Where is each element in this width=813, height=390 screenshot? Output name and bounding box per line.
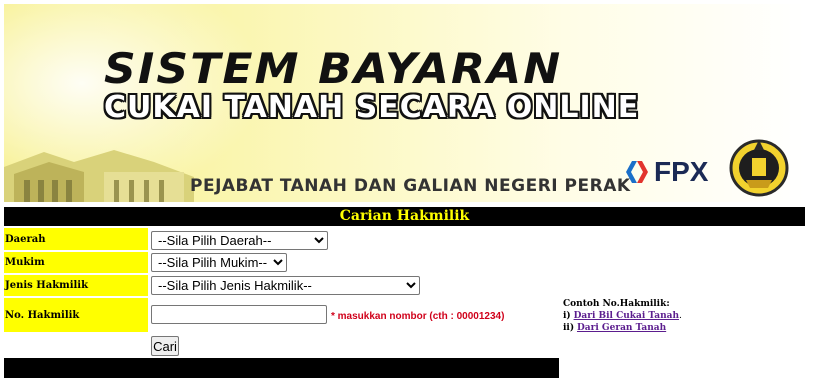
fpx-label: FPX [654, 156, 709, 187]
fpx-logo: FPX [624, 156, 708, 188]
mukim-select[interactable]: --Sila Pilih Mukim-- [151, 253, 287, 272]
label-daerah: Daerah [4, 228, 148, 250]
label-jenis-hakmilik: Jenis Hakmilik [4, 275, 148, 296]
example-heading: Contoh No.Hakmilik: [563, 299, 670, 309]
banner-title-line1: SISTEM BAYARAN [104, 44, 563, 93]
building-illustration [4, 150, 194, 202]
no-hakmilik-input[interactable] [151, 305, 327, 324]
example-item-1: i) Dari Bil Cukai Tanah. [563, 310, 682, 322]
header-banner: SISTEM BAYARAN CUKAI TANAH SECARA ONLINE… [4, 4, 805, 202]
link-dari-bil-cukai-tanah[interactable]: Dari Bil Cukai Tanah [574, 311, 679, 321]
jenis-hakmilik-select[interactable]: --Sila Pilih Jenis Hakmilik-- [151, 276, 420, 295]
banner-title-line2: CUKAI TANAH SECARA ONLINE [104, 90, 640, 125]
perak-crest-icon [729, 139, 789, 197]
banner-office-name: PEJABAT TANAH DAN GALIAN NEGERI PERAK [190, 176, 631, 196]
example-item-1-suffix: . [678, 311, 682, 321]
daerah-select[interactable]: --Sila Pilih Daerah-- [151, 231, 328, 250]
example-item-2: ii) Dari Geran Tanah [563, 322, 682, 334]
label-no-hakmilik: No. Hakmilik [4, 298, 148, 332]
section-title: Carian Hakmilik [4, 207, 805, 226]
link-dari-geran-tanah[interactable]: Dari Geran Tanah [577, 323, 666, 333]
cari-button[interactable]: Cari [151, 336, 179, 356]
example-box: Contoh No.Hakmilik: i) Dari Bil Cukai Ta… [563, 298, 682, 334]
label-mukim: Mukim [4, 252, 148, 273]
no-hakmilik-hint: * masukkan nombor (cth : 00001234) [331, 311, 505, 322]
fpx-mark-icon [626, 161, 648, 183]
example-item-1-prefix: i) [563, 311, 571, 321]
example-item-2-prefix: ii) [563, 323, 575, 333]
form-footer-bar [4, 358, 559, 378]
